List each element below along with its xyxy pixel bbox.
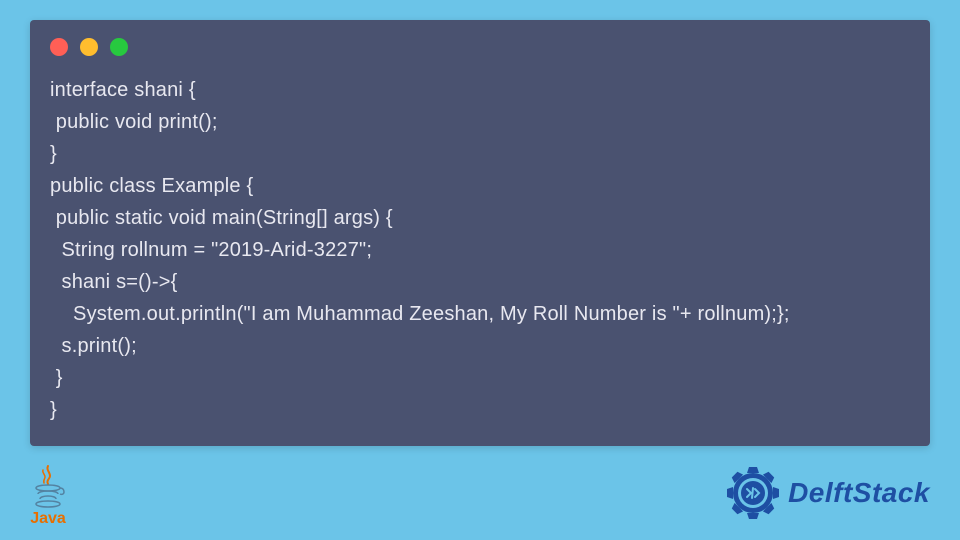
delftstack-logo-text: DelftStack [788, 477, 930, 509]
window-controls [50, 38, 910, 56]
code-content: interface shani { public void print(); }… [50, 74, 910, 426]
java-logo-text: Java [30, 510, 66, 528]
close-icon[interactable] [50, 38, 68, 56]
minimize-icon[interactable] [80, 38, 98, 56]
java-logo: Java [30, 464, 66, 528]
delftstack-gear-icon [724, 464, 782, 522]
delftstack-logo: DelftStack [724, 464, 930, 522]
code-window: interface shani { public void print(); }… [30, 20, 930, 446]
maximize-icon[interactable] [110, 38, 128, 56]
java-cup-icon [30, 464, 66, 508]
